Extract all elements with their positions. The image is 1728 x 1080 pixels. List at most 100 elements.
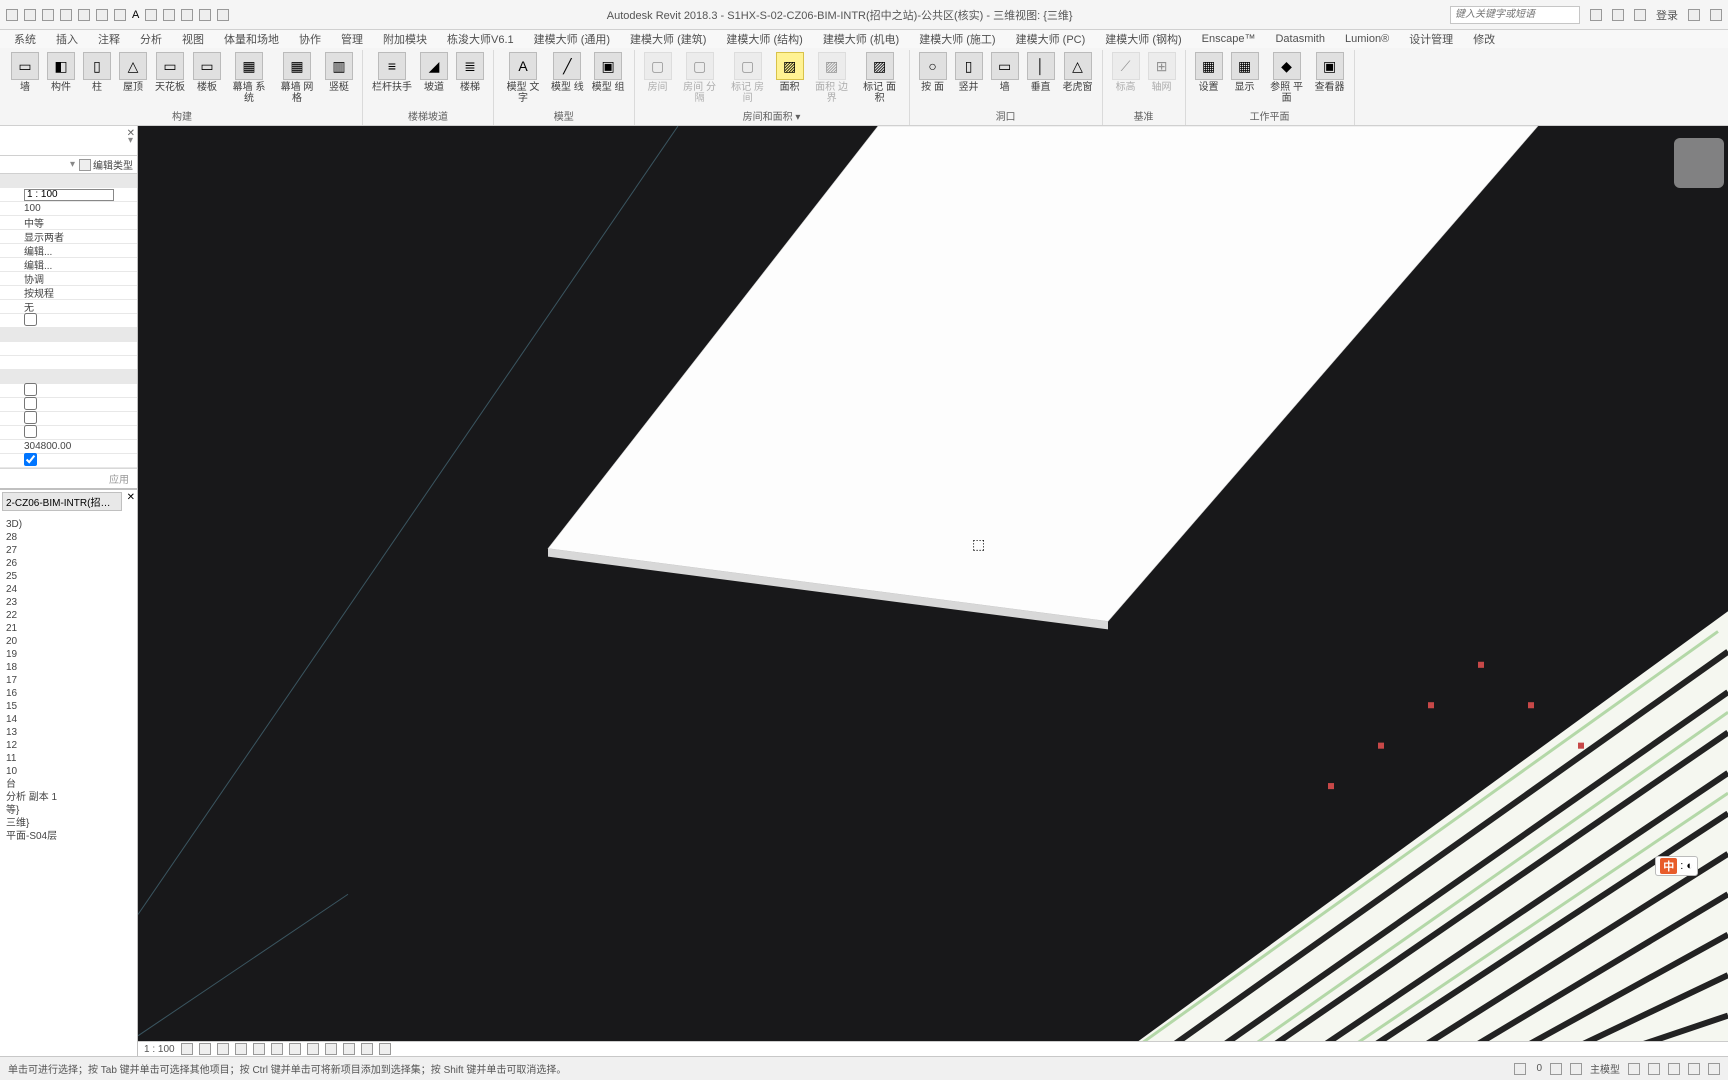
- ribbon-面积[interactable]: ▨面积: [773, 50, 807, 106]
- select-underlay-icon[interactable]: [1648, 1063, 1660, 1075]
- star-icon[interactable]: [1612, 9, 1624, 21]
- print-icon[interactable]: [96, 9, 108, 21]
- menu-建模大师 (结构)[interactable]: 建模大师 (结构): [716, 31, 812, 47]
- ime-indicator[interactable]: 中 : ◐: [1655, 856, 1698, 876]
- main-model-label[interactable]: 主模型: [1590, 1061, 1620, 1076]
- menu-建模大师 (钢构)[interactable]: 建模大师 (钢构): [1095, 31, 1191, 47]
- tree-item[interactable]: 24: [6, 583, 135, 596]
- property-checkbox[interactable]: [24, 411, 37, 424]
- ribbon-显示[interactable]: ▦显示: [1228, 50, 1262, 106]
- tree-item[interactable]: 15: [6, 700, 135, 713]
- ribbon-栏杆扶手[interactable]: ≡栏杆扶手: [369, 50, 415, 106]
- tree-item[interactable]: 20: [6, 635, 135, 648]
- close-hidden-icon[interactable]: [199, 9, 211, 21]
- tree-item[interactable]: 3D): [6, 518, 135, 531]
- close-icon[interactable]: ✕: [127, 128, 135, 139]
- ribbon-垂直[interactable]: │垂直: [1024, 50, 1058, 106]
- redo-icon[interactable]: [78, 9, 90, 21]
- tree-item[interactable]: 23: [6, 596, 135, 609]
- menu-Datasmith[interactable]: Datasmith: [1265, 33, 1335, 45]
- cart-icon[interactable]: [1710, 9, 1722, 21]
- property-checkbox[interactable]: [24, 313, 37, 326]
- editable-only-icon[interactable]: [1570, 1063, 1582, 1075]
- thin-lines-icon[interactable]: [181, 9, 193, 21]
- ribbon-参照平面[interactable]: ◆参照 平面: [1264, 50, 1310, 106]
- menu-建模大师 (建筑)[interactable]: 建模大师 (建筑): [620, 31, 716, 47]
- ribbon-竖梃[interactable]: ▥竖梃: [322, 50, 356, 106]
- scale-label[interactable]: 1 : 100: [144, 1044, 175, 1055]
- tree-item[interactable]: 17: [6, 674, 135, 687]
- ribbon-标记面积[interactable]: ▨标记 面积: [857, 50, 903, 106]
- menu-系统[interactable]: 系统: [4, 31, 46, 47]
- search-input[interactable]: [1450, 6, 1580, 24]
- temp-hide-icon[interactable]: [325, 1043, 337, 1055]
- analytical-icon[interactable]: [361, 1043, 373, 1055]
- property-value[interactable]: 100: [20, 203, 137, 214]
- view-cube[interactable]: [1674, 138, 1724, 188]
- measure-icon[interactable]: [114, 9, 126, 21]
- select-face-icon[interactable]: [1688, 1063, 1700, 1075]
- menu-Enscape™[interactable]: Enscape™: [1192, 33, 1266, 45]
- ribbon-楼板[interactable]: ▭楼板: [190, 50, 224, 106]
- drag-icon[interactable]: [1708, 1063, 1720, 1075]
- property-checkbox[interactable]: [24, 453, 37, 466]
- ribbon-按面[interactable]: ○按 面: [916, 50, 950, 106]
- 3d-viewport[interactable]: ⬚ 中 : ◐: [138, 126, 1728, 1056]
- ribbon-柱[interactable]: ▯柱: [80, 50, 114, 106]
- search-icon[interactable]: [1590, 9, 1602, 21]
- visual-style-icon[interactable]: [199, 1043, 211, 1055]
- scale-input[interactable]: [24, 189, 114, 201]
- browser-tab[interactable]: 2-CZ06-BIM-INTR(招中之站)-公共区(核...: [2, 492, 122, 511]
- menu-设计管理[interactable]: 设计管理: [1399, 31, 1463, 47]
- crop-icon[interactable]: [271, 1043, 283, 1055]
- menu-管理[interactable]: 管理: [331, 31, 373, 47]
- tree-item[interactable]: 19: [6, 648, 135, 661]
- open-icon[interactable]: [24, 9, 36, 21]
- ribbon-竖井[interactable]: ▯竖井: [952, 50, 986, 106]
- ribbon-模型线[interactable]: ╱模型 线: [548, 50, 587, 106]
- menu-注释[interactable]: 注释: [88, 31, 130, 47]
- property-value[interactable]: 按规程: [20, 285, 137, 300]
- worksets-icon[interactable]: [1514, 1063, 1526, 1075]
- menu-建模大师 (通用)[interactable]: 建模大师 (通用): [524, 31, 620, 47]
- menu-协作[interactable]: 协作: [289, 31, 331, 47]
- ribbon-屋顶[interactable]: △屋顶: [116, 50, 150, 106]
- tree-item[interactable]: 28: [6, 531, 135, 544]
- sun-path-icon[interactable]: [217, 1043, 229, 1055]
- tree-item[interactable]: 21: [6, 622, 135, 635]
- tree-item[interactable]: 27: [6, 544, 135, 557]
- tree-item[interactable]: 18: [6, 661, 135, 674]
- undo-icon[interactable]: [60, 9, 72, 21]
- menu-体量和场地[interactable]: 体量和场地: [214, 31, 289, 47]
- menu-插入[interactable]: 插入: [46, 31, 88, 47]
- lock-icon[interactable]: [307, 1043, 319, 1055]
- ribbon-模型文字[interactable]: A模型 文字: [500, 50, 546, 106]
- select-pinned-icon[interactable]: [1668, 1063, 1680, 1075]
- tree-item[interactable]: 等}: [6, 804, 135, 817]
- save-icon[interactable]: [42, 9, 54, 21]
- menu-分析[interactable]: 分析: [130, 31, 172, 47]
- property-value[interactable]: 显示两者: [20, 229, 137, 244]
- ribbon-构件[interactable]: ◧构件: [44, 50, 78, 106]
- property-checkbox[interactable]: [24, 397, 37, 410]
- ribbon-查看器[interactable]: ▣查看器: [1312, 50, 1348, 106]
- tree-item[interactable]: 26: [6, 557, 135, 570]
- ribbon-墙[interactable]: ▭墙: [988, 50, 1022, 106]
- section-icon[interactable]: [163, 9, 175, 21]
- help-icon[interactable]: [1688, 9, 1700, 21]
- close-icon[interactable]: ✕: [127, 492, 135, 503]
- ribbon-幕墙系统[interactable]: ▦幕墙 系统: [226, 50, 272, 106]
- menu-视图[interactable]: 视图: [172, 31, 214, 47]
- tree-item[interactable]: 平面-S04层: [6, 830, 135, 843]
- sync-icon[interactable]: [145, 9, 157, 21]
- highlight-icon[interactable]: [379, 1043, 391, 1055]
- rendering-icon[interactable]: [253, 1043, 265, 1055]
- edit-type-button[interactable]: 编辑类型: [93, 157, 133, 172]
- tree-item[interactable]: 14: [6, 713, 135, 726]
- tree-item[interactable]: 22: [6, 609, 135, 622]
- tree-item[interactable]: 11: [6, 752, 135, 765]
- tree-item[interactable]: 13: [6, 726, 135, 739]
- tree-item[interactable]: 10: [6, 765, 135, 778]
- ribbon-模型组[interactable]: ▣模型 组: [589, 50, 628, 106]
- property-value[interactable]: 304800.00: [20, 441, 137, 452]
